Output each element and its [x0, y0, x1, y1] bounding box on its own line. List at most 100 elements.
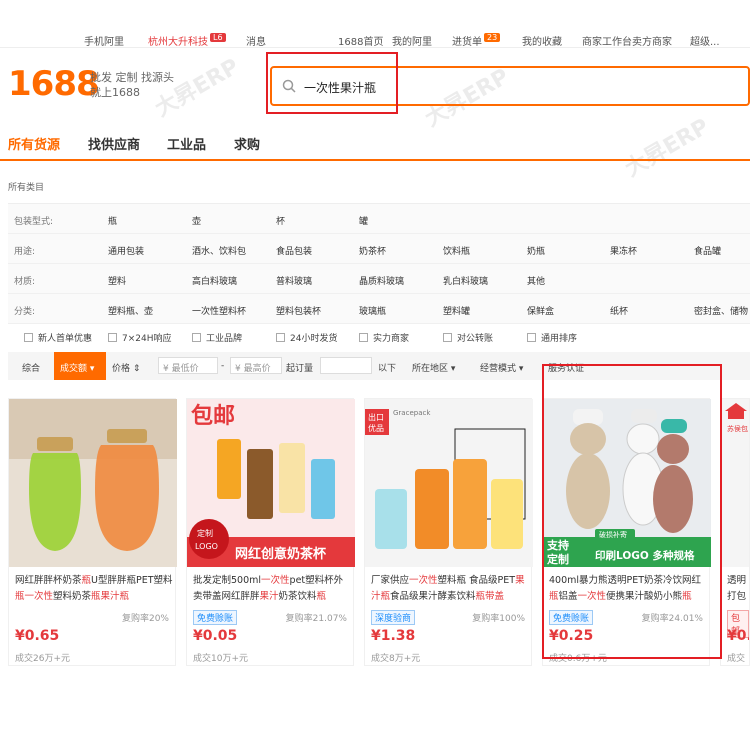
product-card[interactable]: 网红胖胖杯奶茶瓶U型胖胖瓶PET塑料瓶一次性塑料奶茶瓶果汁瓶 复购率20% ¥0…	[8, 398, 177, 666]
product-title[interactable]: 批发定制500ml一次性pet塑料杯外卖带盖网红胖胖果汁奶茶饮料瓶	[193, 573, 351, 605]
filter-option[interactable]: 罐	[359, 214, 368, 227]
filter-option[interactable]: 晶质料玻璃	[359, 274, 404, 287]
moq-label: 起订量	[286, 364, 314, 374]
tab-industrial[interactable]: 工业品	[167, 134, 206, 153]
product-title[interactable]: 厂家供应一次性塑料瓶 食品级PET果汁瓶食品级果汁酵素饮料瓶带盖	[371, 573, 529, 605]
max-price-input[interactable]: ¥ 最高价	[230, 357, 282, 374]
checkbox-24h-response[interactable]: 7×24H响应	[108, 331, 172, 344]
svg-text:包邮: 包邮	[191, 403, 235, 429]
product-image[interactable]	[9, 399, 177, 567]
super-link[interactable]: 超级...	[690, 33, 720, 48]
tab-all-sources[interactable]: 所有货源	[8, 134, 60, 153]
filter-option[interactable]: 杯	[276, 214, 285, 227]
filter-row-material: 材质: 塑料 高白料玻璃 普料玻璃 晶质料玻璃 乳白料玻璃 其他	[8, 264, 750, 294]
checkbox-general-sort[interactable]: 通用排序	[527, 331, 577, 344]
home-link[interactable]: 1688首页	[338, 33, 383, 48]
svg-text:LOGO: LOGO	[195, 542, 218, 551]
slogan-line-2: 就上1688	[90, 86, 140, 99]
filter-option[interactable]: 通用包装	[108, 244, 144, 257]
product-image[interactable]: 苏侯包	[721, 399, 749, 567]
mobile-ali-link[interactable]: 手机阿里	[84, 33, 124, 48]
moq-below-label: 以下	[378, 364, 397, 374]
filter-option[interactable]: 食品罐	[694, 244, 721, 257]
product-image[interactable]: 出口 优品 Gracepack	[365, 399, 533, 567]
filter-row-usage: 用途: 通用包装 酒水、饮料包 食品包装 奶茶杯 饮料瓶 奶瓶 果冻杯 食品罐	[8, 234, 750, 264]
filter-panel: 包装型式: 瓶 壶 杯 罐 用途: 通用包装 酒水、饮料包 食品包装 奶茶杯 饮…	[8, 203, 750, 324]
filter-option[interactable]: 奶瓶	[527, 244, 545, 257]
product-title[interactable]: 透明 打包	[727, 573, 749, 605]
checkbox-icon	[24, 333, 33, 342]
service-checkboxes: 新人首单优惠 7×24H响应 工业品牌 24小时发货 实力商家 对公转账 通用排…	[8, 327, 750, 349]
filter-option[interactable]: 高白料玻璃	[192, 274, 237, 287]
filter-option[interactable]: 普料玻璃	[276, 274, 312, 287]
min-price-input[interactable]: ¥ 最低价	[158, 357, 218, 374]
sufei-label: 苏侯包	[727, 424, 748, 433]
product-price: ¥0.65	[15, 628, 60, 644]
site-slogan: 批发 定制 找源头 就上1688	[90, 70, 174, 100]
filter-option[interactable]: 塑料罐	[443, 304, 470, 317]
filter-label: 材质:	[14, 277, 36, 287]
repurchase-rate: 复购率21.07%	[285, 614, 347, 624]
tab-purchase[interactable]: 求购	[234, 134, 260, 153]
checkbox-corporate-transfer[interactable]: 对公转账	[443, 331, 493, 344]
moq-input[interactable]	[320, 357, 372, 374]
checkbox-icon	[359, 333, 368, 342]
sales-volume: 成交10万+元	[193, 654, 248, 664]
my-ali-link[interactable]: 我的阿里	[392, 33, 432, 48]
cart-count-badge: 23	[484, 33, 501, 42]
filter-option[interactable]: 保鲜盒	[527, 304, 554, 317]
filter-option[interactable]: 乳白料玻璃	[443, 274, 488, 287]
product-card[interactable]: 包邮 定制 LOGO 网红创意奶茶杯 批发定制500ml一次性pet塑料杯外卖带…	[186, 398, 355, 666]
workbench-link[interactable]: 商家工作台	[582, 33, 632, 48]
site-logo[interactable]: 1688	[8, 64, 100, 104]
filter-option[interactable]: 壶	[192, 214, 201, 227]
filter-option[interactable]: 酒水、饮料包	[192, 244, 246, 257]
product-card[interactable]: 出口 优品 Gracepack 厂家供应一次性塑料瓶 食品级PET果汁瓶食品级果…	[364, 398, 533, 666]
sort-volume[interactable]: 成交额 ▾	[54, 352, 106, 380]
filter-option[interactable]: 其他	[527, 274, 545, 287]
filter-label: 用途:	[14, 247, 36, 257]
region-dropdown[interactable]: 所在地区 ▾	[412, 361, 455, 374]
cart-link[interactable]: 进货单	[452, 33, 482, 48]
svg-text:出口: 出口	[368, 412, 384, 422]
tab-underline	[0, 159, 750, 161]
account-name[interactable]: 杭州大升科技	[148, 33, 208, 48]
checkbox-new-user[interactable]: 新人首单优惠	[24, 331, 92, 344]
filter-option[interactable]: 密封盒、储物	[694, 304, 748, 317]
level-badge: L6	[210, 33, 226, 42]
checkbox-24h-ship[interactable]: 24小时发货	[276, 331, 337, 344]
service-tag: 深度验商	[371, 610, 416, 625]
price-separator: -	[221, 361, 225, 371]
highlight-box-search	[266, 52, 398, 114]
filter-option[interactable]: 玻璃瓶	[359, 304, 386, 317]
filter-option[interactable]: 塑料瓶、壶	[108, 304, 153, 317]
checkbox-industrial-brand[interactable]: 工业品牌	[192, 331, 242, 344]
tab-suppliers[interactable]: 找供应商	[88, 134, 140, 153]
product-title[interactable]: 网红胖胖杯奶茶瓶U型胖胖瓶PET塑料瓶一次性塑料奶茶瓶果汁瓶	[15, 573, 173, 605]
filter-option[interactable]: 果冻杯	[610, 244, 637, 257]
filter-option[interactable]: 纸杯	[610, 304, 628, 317]
product-card[interactable]: 苏侯包 透明 打包 包邮 ¥0. 成交	[720, 398, 750, 666]
messages-link[interactable]: 消息	[246, 33, 266, 48]
filter-option[interactable]: 塑料	[108, 274, 126, 287]
all-categories-label: 所有类目	[8, 183, 45, 193]
svg-text:优品: 优品	[368, 423, 384, 433]
filter-option[interactable]: 一次性塑料杯	[192, 304, 246, 317]
product-price: ¥0.	[727, 628, 750, 644]
sort-price[interactable]: 价格 ⇕	[112, 361, 140, 374]
sort-overall[interactable]: 综合	[22, 361, 40, 374]
favorites-link[interactable]: 我的收藏	[522, 33, 562, 48]
filter-option[interactable]: 饮料瓶	[443, 244, 470, 257]
filter-option[interactable]: 食品包装	[276, 244, 312, 257]
seller-link[interactable]: 卖方商家	[632, 33, 672, 48]
product-image[interactable]: 包邮 定制 LOGO 网红创意奶茶杯	[187, 399, 355, 567]
filter-option[interactable]: 瓶	[108, 214, 117, 227]
checkbox-power-merchant[interactable]: 实力商家	[359, 331, 409, 344]
product-price: ¥0.05	[193, 628, 238, 644]
checkbox-icon	[192, 333, 201, 342]
svg-text:定制: 定制	[197, 528, 213, 538]
checkbox-icon	[527, 333, 536, 342]
filter-option[interactable]: 奶茶杯	[359, 244, 386, 257]
mode-dropdown[interactable]: 经营模式 ▾	[480, 361, 523, 374]
filter-option[interactable]: 塑料包装杯	[276, 304, 321, 317]
